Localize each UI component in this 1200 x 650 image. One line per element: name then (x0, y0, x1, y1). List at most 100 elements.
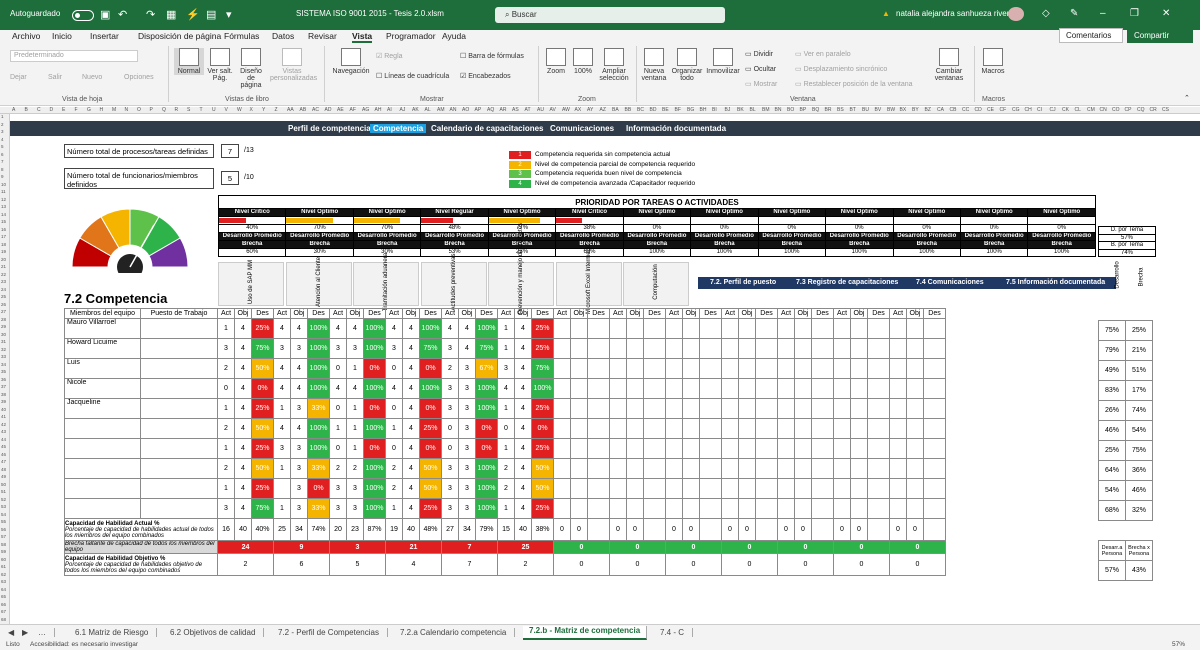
col-header[interactable]: BO (787, 107, 794, 113)
skill-development[interactable]: 0% (419, 358, 442, 379)
col-header[interactable]: CG (1012, 107, 1020, 113)
skill-value[interactable] (889, 498, 907, 519)
skill-development[interactable]: 75% (251, 498, 274, 519)
row-header[interactable]: 1 (1, 114, 4, 119)
skill-value[interactable] (889, 418, 907, 439)
skill-development[interactable]: 25% (531, 398, 554, 419)
skill-value[interactable] (850, 458, 868, 479)
page-layout-button[interactable]: Diseño de página (236, 48, 266, 89)
skill-value[interactable]: 1 (497, 338, 515, 359)
skill-value[interactable]: 4 (234, 458, 252, 479)
col-header[interactable]: W (237, 107, 242, 113)
col-header[interactable]: BF (675, 107, 681, 113)
skill-development[interactable] (867, 498, 890, 519)
skill-development[interactable]: 100% (419, 378, 442, 399)
member-name[interactable] (64, 498, 141, 519)
skill-development[interactable]: 50% (419, 458, 442, 479)
col-header[interactable]: AP (475, 107, 482, 113)
freeze-panes-button[interactable]: Inmovilizar (705, 48, 741, 75)
skill-value[interactable] (777, 478, 795, 499)
skill-value[interactable]: 3 (290, 338, 308, 359)
menu-6[interactable]: Revisar (308, 31, 337, 41)
skill-development[interactable] (867, 438, 890, 459)
col-header[interactable]: CH (1025, 107, 1032, 113)
skill-development[interactable]: 50% (251, 358, 274, 379)
skill-development[interactable] (587, 398, 610, 419)
skill-value[interactable]: 1 (273, 458, 291, 479)
skill-value[interactable] (906, 318, 924, 339)
normal-view-button[interactable]: Normal (174, 48, 204, 75)
skill-development[interactable]: 100% (363, 478, 386, 499)
col-header[interactable]: AK (412, 107, 419, 113)
row-header[interactable]: 13 (1, 204, 6, 209)
row-header[interactable]: 48 (1, 467, 6, 472)
skill-development[interactable] (811, 478, 834, 499)
skill-development[interactable]: 100% (307, 338, 330, 359)
skill-value[interactable]: 4 (290, 378, 308, 399)
skill-value[interactable] (777, 498, 795, 519)
skill-value[interactable]: 4 (329, 318, 347, 339)
skill-value[interactable] (889, 358, 907, 379)
skill-value[interactable] (889, 478, 907, 499)
skill-value[interactable] (609, 418, 627, 439)
skill-value[interactable] (570, 378, 588, 399)
autosave-toggle[interactable] (72, 10, 94, 21)
skill-development[interactable]: 100% (307, 358, 330, 379)
skill-value[interactable] (570, 398, 588, 419)
skill-value[interactable]: 4 (234, 338, 252, 359)
skill-development[interactable] (699, 458, 722, 479)
row-header[interactable]: 49 (1, 474, 6, 479)
accessibility-status[interactable]: Accesibilidad: es necesario investigar (30, 641, 138, 648)
skill-value[interactable] (850, 438, 868, 459)
skill-value[interactable] (626, 358, 644, 379)
col-header[interactable]: CK (1062, 107, 1069, 113)
skill-development[interactable] (811, 498, 834, 519)
row-header[interactable]: 52 (1, 497, 6, 502)
col-header[interactable]: AM (437, 107, 445, 113)
member-name[interactable] (64, 438, 141, 459)
skill-development[interactable] (867, 378, 890, 399)
sheet-tab-2[interactable]: 7.2 - Perfil de Competencias (278, 628, 388, 637)
skill-value[interactable]: 4 (290, 358, 308, 379)
row-header[interactable]: 38 (1, 392, 6, 397)
search-box[interactable]: ⌕ Buscar (495, 7, 725, 23)
skill-development[interactable] (587, 458, 610, 479)
skill-value[interactable] (609, 358, 627, 379)
nav-item-4[interactable]: Información documentada (626, 124, 726, 133)
col-header[interactable]: AT (525, 107, 531, 113)
col-header[interactable]: A (12, 107, 15, 113)
skill-development[interactable] (867, 398, 890, 419)
skill-value[interactable] (833, 498, 851, 519)
skill-value[interactable] (626, 338, 644, 359)
skill-value[interactable] (794, 398, 812, 419)
skill-value[interactable]: 2 (441, 358, 459, 379)
skill-value[interactable] (665, 458, 683, 479)
skill-development[interactable] (867, 478, 890, 499)
menu-3[interactable]: Disposición de página (138, 31, 221, 41)
row-header[interactable]: 66 (1, 602, 6, 607)
member-position[interactable] (140, 318, 218, 339)
skill-development[interactable]: 100% (475, 398, 498, 419)
col-header[interactable]: BZ (925, 107, 931, 113)
ribbon-collapse-icon[interactable]: ⌃ (1184, 94, 1190, 102)
skill-value[interactable]: 3 (441, 498, 459, 519)
col-header[interactable]: CS (1162, 107, 1169, 113)
menu-4[interactable]: Fórmulas (224, 31, 259, 41)
skill-development[interactable] (699, 438, 722, 459)
col-header[interactable]: CC (962, 107, 969, 113)
skill-development[interactable] (643, 378, 666, 399)
skill-value[interactable] (777, 318, 795, 339)
skill-value[interactable] (665, 338, 683, 359)
member-position[interactable] (140, 458, 218, 479)
skill-value[interactable] (570, 458, 588, 479)
col-header[interactable]: AO (462, 107, 469, 113)
row-header[interactable]: 37 (1, 384, 6, 389)
col-header[interactable]: G (87, 107, 91, 113)
skill-value[interactable]: 4 (402, 358, 420, 379)
skill-value[interactable]: 4 (402, 418, 420, 439)
skill-value[interactable] (721, 438, 739, 459)
row-header[interactable]: 55 (1, 519, 6, 524)
col-header[interactable]: CI (1037, 107, 1042, 113)
skill-value[interactable] (665, 498, 683, 519)
col-header[interactable]: BV (875, 107, 882, 113)
